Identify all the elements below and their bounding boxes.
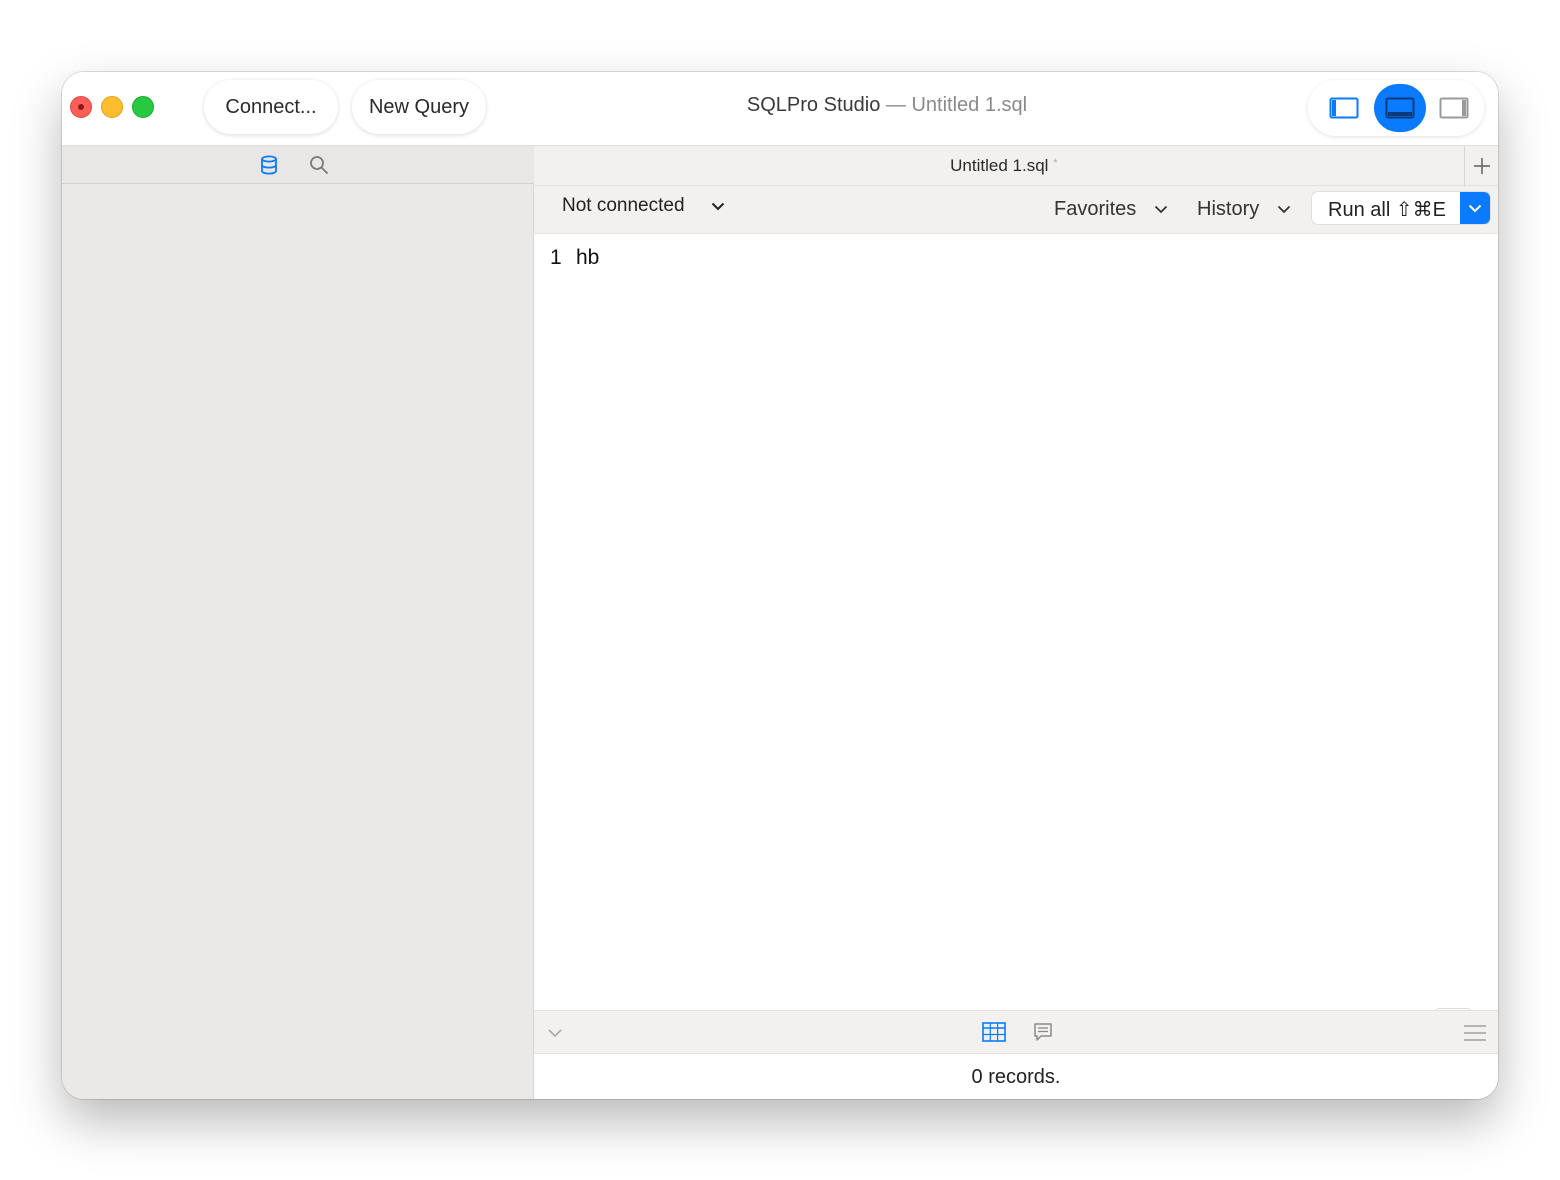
query-toolbar: Not connected Favorites History Run all … xyxy=(534,186,1498,234)
toggle-left-panel-button[interactable] xyxy=(1318,84,1370,132)
chevron-down-icon xyxy=(711,202,725,211)
new-query-button[interactable]: New Query xyxy=(352,80,486,134)
code-text: hb xyxy=(576,246,600,269)
run-all-label: Run all ⇧⌘E xyxy=(1328,199,1446,221)
app-name: SQLPro Studio xyxy=(746,94,881,116)
line-number: 1 xyxy=(550,246,562,269)
run-all-button[interactable]: Run all ⇧⌘E xyxy=(1312,192,1490,224)
chevron-down-icon xyxy=(548,1029,562,1038)
sidebar-right-icon xyxy=(1439,97,1469,119)
toggle-right-panel-button[interactable] xyxy=(1428,84,1480,132)
toggle-bottom-panel-button[interactable] xyxy=(1374,84,1426,132)
results-grid-tab[interactable] xyxy=(982,1021,1006,1043)
zoom-window-button[interactable] xyxy=(132,96,154,118)
records-count: 0 records. xyxy=(971,1066,1061,1088)
favorites-label: Favorites xyxy=(1054,198,1137,220)
plus-icon xyxy=(1473,158,1490,174)
window-title: SQLPro Studio — Untitled 1.sql xyxy=(662,94,1112,117)
results-messages-tab[interactable] xyxy=(1032,1021,1054,1043)
sidebar xyxy=(62,146,534,1099)
connection-label: Not connected xyxy=(562,195,685,216)
chevron-down-icon xyxy=(1277,205,1291,214)
panel-bottom-icon xyxy=(1385,97,1415,119)
minimize-window-button[interactable] xyxy=(101,96,123,118)
collapse-results-button[interactable] xyxy=(544,1023,566,1043)
results-toolbar xyxy=(534,1010,1498,1054)
code-line: 1 hb xyxy=(550,246,599,270)
database-icon xyxy=(261,155,277,175)
title-separator: — xyxy=(880,94,912,116)
search-icon xyxy=(310,156,328,174)
title-bar: Connect... New Query SQLPro Studio — Unt… xyxy=(62,72,1498,146)
chevron-down-icon xyxy=(1154,205,1168,214)
document-tab[interactable]: Untitled 1.sql * xyxy=(894,156,1114,176)
close-window-button[interactable] xyxy=(70,96,92,118)
sidebar-tabs xyxy=(62,146,534,184)
run-options-button[interactable] xyxy=(1460,192,1490,224)
hamburger-menu-icon xyxy=(1464,1025,1486,1041)
results-status: 0 records. xyxy=(534,1054,1498,1099)
connection-select[interactable]: Not connected xyxy=(562,192,725,220)
favorites-dropdown[interactable]: Favorites xyxy=(1054,198,1168,221)
results-menu-button[interactable] xyxy=(1462,1023,1488,1043)
sidebar-left-icon xyxy=(1329,97,1359,119)
document-tab-bar: Untitled 1.sql * xyxy=(534,146,1498,186)
history-label: History xyxy=(1197,198,1260,220)
sql-editor[interactable]: 1 hb xyxy=(534,234,1498,1076)
app-window: Connect... New Query SQLPro Studio — Unt… xyxy=(62,72,1498,1099)
connect-button[interactable]: Connect... xyxy=(204,80,338,134)
tab-database[interactable] xyxy=(258,154,280,176)
unsaved-marker: * xyxy=(1053,156,1058,170)
chevron-down-icon xyxy=(1468,204,1482,212)
history-dropdown[interactable]: History xyxy=(1197,198,1291,221)
message-icon xyxy=(1034,1023,1052,1041)
document-name: Untitled 1.sql xyxy=(911,94,1028,116)
document-tab-label: Untitled 1.sql xyxy=(950,156,1049,175)
layout-toggle-group xyxy=(1308,80,1484,136)
table-grid-icon xyxy=(982,1022,1006,1042)
add-tab-button[interactable] xyxy=(1464,146,1498,186)
main-area: Untitled 1.sql * Not connected Favorites xyxy=(534,146,1498,1099)
tab-search[interactable] xyxy=(308,154,330,176)
